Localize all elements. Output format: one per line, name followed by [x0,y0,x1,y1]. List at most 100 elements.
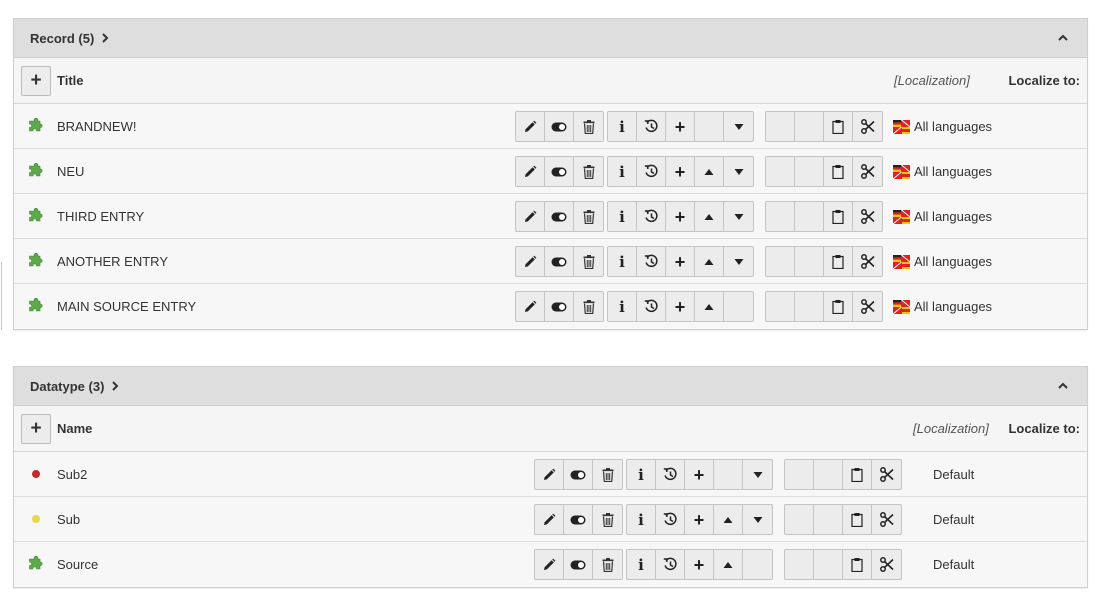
info-icon[interactable]: i [608,292,637,321]
red-dot-icon[interactable] [28,466,44,482]
toggle-visibility-icon[interactable] [564,550,593,579]
puzzle-icon[interactable] [28,162,44,179]
toggle-visibility-icon[interactable] [545,292,574,321]
history-icon[interactable] [637,157,666,186]
move-down-icon[interactable] [724,112,753,141]
clipboard-icon[interactable] [843,460,872,489]
trash-icon[interactable] [574,292,603,321]
add-record-button[interactable]: + [21,66,51,96]
scissors-icon[interactable] [872,505,901,534]
edit-pencil-icon[interactable] [535,505,564,534]
puzzle-icon[interactable] [28,555,44,572]
info-icon[interactable]: i [627,460,656,489]
info-icon[interactable]: i [608,112,637,141]
move-down-icon[interactable] [724,157,753,186]
chevron-up-icon[interactable] [1057,380,1069,392]
move-down-icon[interactable] [724,247,753,276]
edit-pencil-icon[interactable] [535,550,564,579]
move-up-icon[interactable] [695,247,724,276]
clipboard-icon[interactable] [824,202,853,231]
new-record-after-icon[interactable]: + [685,505,714,534]
move-down-icon[interactable] [724,202,753,231]
new-record-after-icon[interactable]: + [685,550,714,579]
toggle-visibility-icon[interactable] [545,202,574,231]
trash-icon[interactable] [593,550,622,579]
info-icon[interactable]: i [608,157,637,186]
row-title[interactable]: THIRD ENTRY [57,194,144,239]
puzzle-icon[interactable] [28,207,44,224]
edit-pencil-icon[interactable] [516,112,545,141]
datatype-panel-header[interactable]: Datatype (3) [14,367,1087,406]
chevron-right-icon[interactable] [111,381,121,391]
row-title[interactable]: Sub2 [57,452,87,497]
trash-icon[interactable] [574,247,603,276]
row-title[interactable]: NEU [57,149,84,194]
move-down-icon[interactable] [743,505,772,534]
row-title[interactable]: Sub [57,497,80,542]
clipboard-icon[interactable] [843,505,872,534]
chevron-right-icon[interactable] [101,33,111,43]
new-record-after-icon[interactable]: + [666,202,695,231]
toggle-visibility-icon[interactable] [545,157,574,186]
new-record-after-icon[interactable]: + [666,247,695,276]
info-icon[interactable]: i [608,202,637,231]
info-icon[interactable]: i [608,247,637,276]
scissors-icon[interactable] [872,460,901,489]
scissors-icon[interactable] [853,247,882,276]
edit-pencil-icon[interactable] [516,292,545,321]
edit-pencil-icon[interactable] [516,202,545,231]
puzzle-icon[interactable] [28,117,44,134]
chevron-up-icon[interactable] [1057,32,1069,44]
puzzle-icon[interactable] [28,297,44,314]
toggle-visibility-icon[interactable] [564,460,593,489]
yellow-dot-icon[interactable] [28,511,44,527]
add-datatype-button[interactable]: + [21,414,51,444]
new-record-after-icon[interactable]: + [666,112,695,141]
row-title[interactable]: MAIN SOURCE ENTRY [57,284,196,329]
edit-pencil-icon[interactable] [516,157,545,186]
row-title[interactable]: BRANDNEW! [57,104,136,149]
clipboard-icon[interactable] [824,292,853,321]
edit-pencil-icon[interactable] [516,247,545,276]
move-up-icon[interactable] [714,550,743,579]
puzzle-icon[interactable] [28,252,44,269]
info-icon[interactable]: i [627,505,656,534]
scissors-icon[interactable] [853,112,882,141]
history-icon[interactable] [637,202,666,231]
toggle-visibility-icon[interactable] [564,505,593,534]
clipboard-icon[interactable] [824,247,853,276]
edit-pencil-icon[interactable] [535,460,564,489]
scissors-icon[interactable] [853,292,882,321]
trash-icon[interactable] [593,460,622,489]
new-record-after-icon[interactable]: + [685,460,714,489]
trash-icon[interactable] [574,202,603,231]
history-icon[interactable] [637,112,666,141]
move-up-icon[interactable] [695,202,724,231]
trash-icon[interactable] [593,505,622,534]
scissors-icon[interactable] [853,157,882,186]
record-panel-title[interactable]: Record (5) [30,31,94,46]
clipboard-icon[interactable] [824,157,853,186]
history-icon[interactable] [656,460,685,489]
record-panel-header[interactable]: Record (5) [14,19,1087,58]
toggle-visibility-icon[interactable] [545,247,574,276]
clipboard-icon[interactable] [824,112,853,141]
scissors-icon[interactable] [853,202,882,231]
new-record-after-icon[interactable]: + [666,157,695,186]
move-up-icon[interactable] [695,292,724,321]
scissors-icon[interactable] [872,550,901,579]
datatype-panel-title[interactable]: Datatype (3) [30,379,104,394]
toggle-visibility-icon[interactable] [545,112,574,141]
history-icon[interactable] [656,505,685,534]
new-record-after-icon[interactable]: + [666,292,695,321]
clipboard-icon[interactable] [843,550,872,579]
move-up-icon[interactable] [695,157,724,186]
row-title[interactable]: ANOTHER ENTRY [57,239,168,284]
trash-icon[interactable] [574,112,603,141]
history-icon[interactable] [637,292,666,321]
history-icon[interactable] [656,550,685,579]
trash-icon[interactable] [574,157,603,186]
move-down-icon[interactable] [743,460,772,489]
row-title[interactable]: Source [57,542,98,587]
info-icon[interactable]: i [627,550,656,579]
